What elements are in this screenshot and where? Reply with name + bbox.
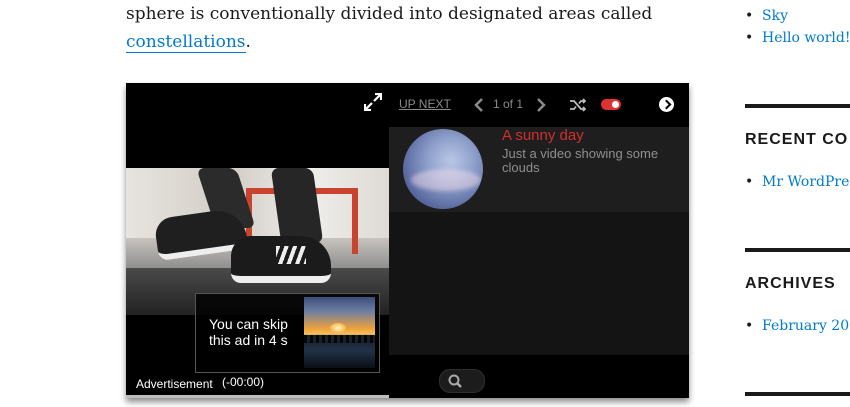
playlist-item-thumbnail — [403, 129, 483, 209]
playlist-search-button[interactable] — [439, 369, 485, 393]
video-player: You can skip this ad in 4 s Advertisemen… — [126, 83, 689, 398]
autoplay-toggle[interactable] — [601, 99, 621, 110]
playlist-header: UP NEXT 1 of 1 — [389, 83, 689, 127]
article-punctuation: . — [245, 32, 251, 52]
playlist-item-description: Just a video showing some clouds — [502, 146, 659, 175]
comment-author-link[interactable]: Mr WordPress — [762, 174, 850, 190]
up-next-link[interactable]: UP NEXT — [399, 97, 451, 111]
skip-ad-countdown: You can skip this ad in 4 s — [209, 316, 288, 348]
bullet: • — [745, 174, 754, 190]
shuffle-icon[interactable] — [569, 96, 587, 114]
thumbnail-trees — [304, 335, 375, 343]
playlist-item-title: A sunny day — [502, 127, 584, 144]
article-line: constellations. — [126, 28, 251, 56]
section-divider — [745, 248, 850, 252]
next-video-thumbnail — [304, 297, 375, 368]
search-icon — [448, 374, 462, 388]
chevron-left-icon[interactable] — [473, 96, 485, 114]
sidebar: • Sky • Hello world! RECENT CO • Mr WordPre… — [745, 0, 850, 407]
chevron-right-circle-icon[interactable] — [659, 97, 674, 112]
thumbnail-sun — [330, 323, 346, 333]
recent-post-link[interactable]: Sky — [762, 8, 788, 24]
list-item[interactable]: • Sky — [745, 8, 788, 24]
article-line: sphere is conventionally divided into de… — [126, 4, 653, 24]
fullscreen-icon[interactable] — [364, 93, 382, 111]
recent-post-link[interactable]: Hello world! — [762, 30, 850, 46]
playlist-item[interactable]: A sunny day Just a video showing some cl… — [389, 127, 689, 212]
video-shoe-stripes — [276, 246, 306, 264]
toggle-knob — [612, 101, 619, 108]
list-item[interactable]: • Mr WordPress — [745, 174, 850, 190]
advertisement-label: Advertisement — [136, 377, 213, 391]
section-divider — [745, 392, 850, 396]
ad-progress-bar[interactable] — [126, 395, 389, 398]
archives-heading: ARCHIVES — [745, 275, 836, 292]
bullet: • — [745, 30, 754, 46]
archive-link[interactable]: February 2019 — [762, 318, 850, 334]
list-item[interactable]: • February 2019 — [745, 318, 850, 334]
ad-time-remaining: (-00:00) — [222, 375, 265, 389]
chevron-right-icon[interactable] — [535, 96, 547, 114]
skip-ad-button[interactable]: You can skip this ad in 4 s — [195, 293, 380, 373]
playlist-panel: UP NEXT 1 of 1 A sunny day Just a video … — [389, 83, 689, 398]
constellations-link[interactable]: constellations — [126, 32, 246, 53]
section-divider — [745, 104, 850, 108]
bullet: • — [745, 8, 754, 24]
bullet: • — [745, 318, 754, 334]
list-item[interactable]: • Hello world! — [745, 30, 850, 46]
video-area[interactable]: You can skip this ad in 4 s Advertisemen… — [126, 83, 389, 398]
recent-comments-heading: RECENT CO — [745, 131, 849, 148]
playlist-page-count: 1 of 1 — [493, 97, 524, 111]
playlist-footer — [389, 355, 689, 398]
thumbnail-cloud — [411, 169, 481, 191]
